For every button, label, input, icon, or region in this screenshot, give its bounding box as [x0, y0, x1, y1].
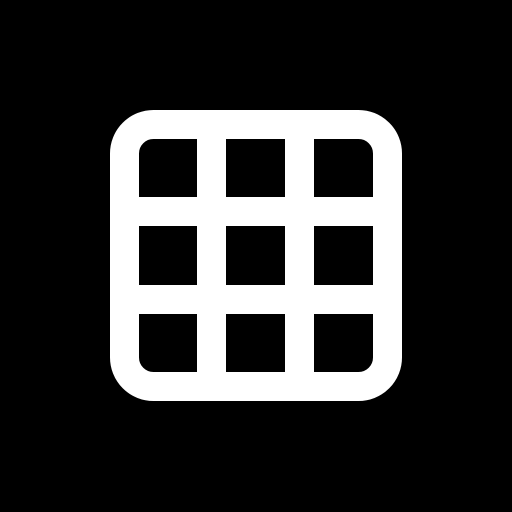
grid-divider-horizontal-1: [124, 197, 387, 226]
app-icon-canvas: [0, 0, 512, 512]
grid-frame: [110, 110, 402, 401]
grid-icon-svg: [110, 110, 402, 401]
grid-divider-horizontal-2: [124, 285, 387, 314]
grid-divider-vertical-1: [197, 124, 226, 386]
grid-divider-vertical-2: [285, 124, 314, 386]
grid-icon: [0, 0, 512, 512]
